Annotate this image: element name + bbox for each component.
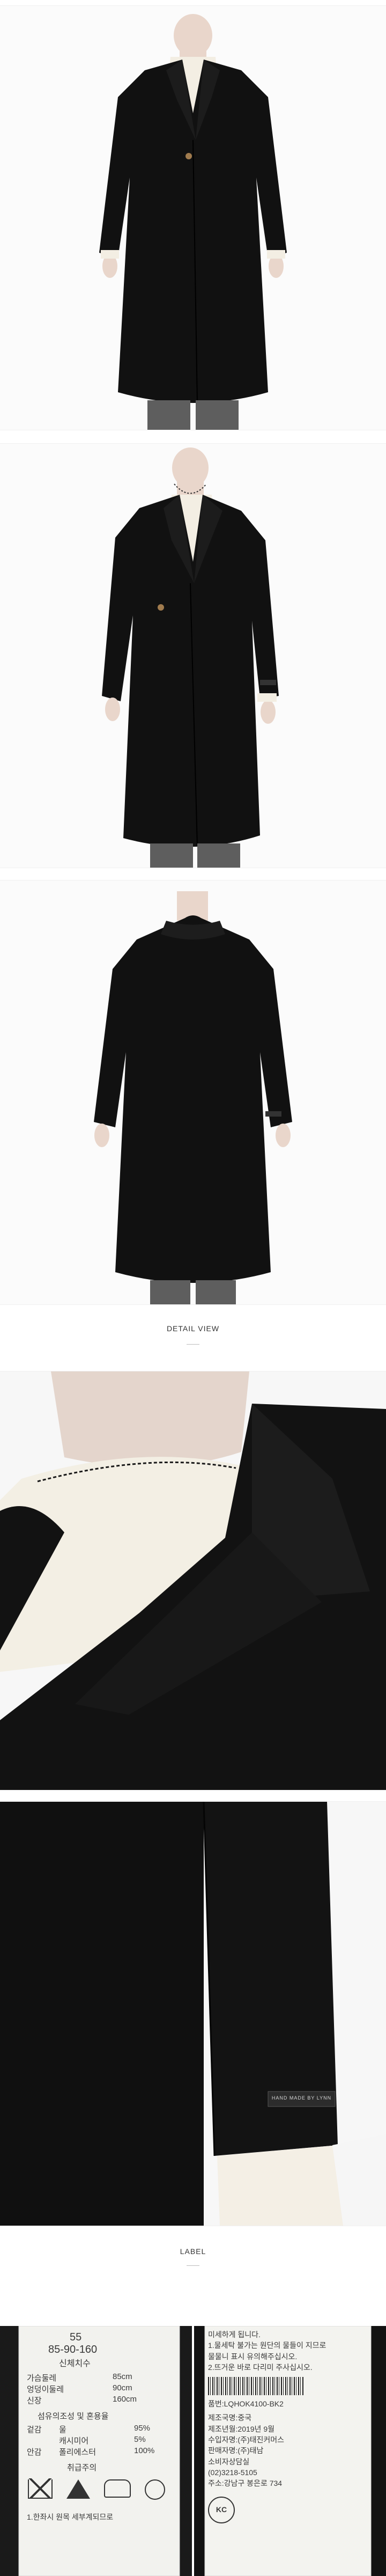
care-symbols (28, 2478, 177, 2500)
notice-line: 미세하게 됩니다. (208, 2330, 261, 2339)
measurement-row: 신장 160cm (27, 2395, 137, 2405)
section-title-detail-view: DETAIL VIEW (166, 1324, 220, 1333)
size-caption: 신체치수 (59, 2359, 91, 2368)
fiber-heading: 섬유의조성 및 혼용율 (38, 2412, 109, 2421)
care-footer: 1.한좌시 원목 세부계되므로 (27, 2513, 114, 2521)
product-photo-angle (0, 443, 386, 868)
notice-line: 1.물세탁 불가는 원단의 물들이 지므로 (208, 2341, 326, 2350)
wash-tub-icon (28, 2478, 53, 2499)
measurement-row: 엉덩이둘레 90cm (27, 2383, 132, 2394)
fiber-row: 겉감 울 95% (27, 2424, 151, 2434)
section-divider (187, 2265, 199, 2266)
fiber-row: 안감 폴리에스터 100% (27, 2446, 155, 2457)
dry-clean-icon (145, 2479, 165, 2500)
detail-line: 소비자상담실 (208, 2457, 250, 2466)
label-photos: 55 85-90-160 신체치수 가슴둘레 85cm 엉덩이둘레 90cm 신… (0, 2326, 386, 2576)
kc-cert-icon: KC (208, 2496, 235, 2523)
detail-line: 수입자명:(주)태진커머스 (208, 2435, 285, 2445)
bleach-triangle-icon (66, 2479, 90, 2499)
coat-angle-image (0, 444, 386, 868)
fiber-row: 캐시미어 5% (59, 2435, 146, 2446)
product-photo-back (0, 880, 386, 1305)
notice-line: 2.뜨거운 바로 다리미 주사십시오. (208, 2362, 313, 2372)
kc-cert-text: KC (216, 2505, 227, 2514)
sleeve-closeup-image (0, 1802, 386, 2226)
size-number: 55 (70, 2331, 82, 2343)
info-label: 미세하게 됩니다. 1.물세탁 불가는 원단의 물들이 지므로 물물니 표시 유… (208, 2329, 369, 2523)
detail-line: 판매자명:(주)태남 (208, 2446, 264, 2455)
measurement-row: 가슴둘레 85cm (27, 2372, 132, 2383)
detail-photo-sleeve: HAND MADE BY LYNN (0, 1801, 386, 2226)
detail-line: 제조년월:2019년 9월 (208, 2424, 274, 2433)
notice-line: 물물니 표시 유의해주십시오. (208, 2352, 298, 2361)
section-title-label: LABEL (180, 2247, 206, 2256)
care-label: 55 85-90-160 신체치수 가슴둘레 85cm 엉덩이둘레 90cm 신… (21, 2331, 177, 2522)
size-measurements: 85-90-160 (48, 2344, 98, 2355)
barcode (208, 2377, 305, 2396)
detail-line: 주소:강남구 봉은로 734 (208, 2479, 283, 2488)
care-heading: 취급주의 (67, 2463, 97, 2472)
section-divider (187, 1344, 199, 1345)
coat-front-image (0, 6, 386, 430)
product-photo-front (0, 5, 386, 430)
detail-line: 제조국명:중국 (208, 2413, 252, 2423)
collar-closeup-image (0, 1371, 386, 1790)
iron-icon (104, 2479, 131, 2498)
coat-back-image (0, 880, 386, 1304)
sleeve-tag-text: HAND MADE BY LYNN (271, 2095, 332, 2101)
detail-line: (02)3218-5105 (208, 2468, 257, 2477)
detail-photo-collar (0, 1371, 386, 1790)
product-code: 품번:LQHOK4100-BK2 (208, 2399, 284, 2409)
